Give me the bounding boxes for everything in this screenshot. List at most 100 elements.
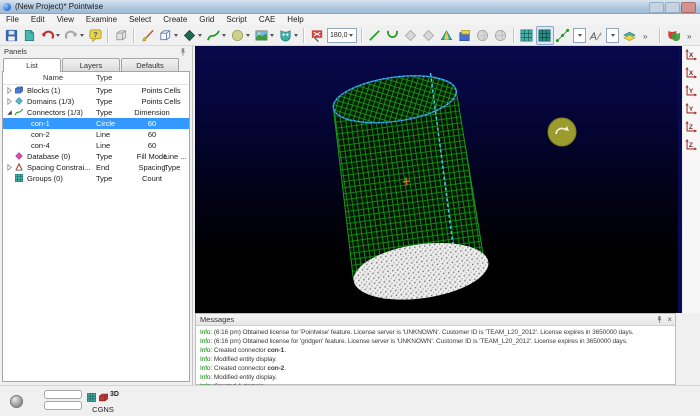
rotation-axis-button[interactable] [308, 26, 326, 45]
tree-item-type: Line [96, 129, 128, 140]
menu-grid[interactable]: Grid [193, 14, 220, 25]
tree-row-connectors-1-3[interactable]: Connectors (1/3)TypeDimension [3, 107, 189, 118]
layers-tool-button[interactable] [620, 26, 638, 45]
tree-item-name: Spacing Constrai... [27, 162, 90, 173]
expand-icon[interactable] [5, 163, 14, 172]
tool-disabled-1[interactable] [402, 26, 420, 45]
redo-button[interactable] [62, 26, 86, 45]
close-icon[interactable]: × [667, 315, 672, 325]
entity-style-button[interactable] [180, 26, 204, 45]
column-type[interactable]: Type [96, 73, 112, 82]
title-bar[interactable]: (New Project)* Pointwise [0, 0, 700, 14]
background-style-button[interactable] [252, 26, 276, 45]
shaded-view-button[interactable] [156, 26, 180, 45]
menu-edit[interactable]: Edit [25, 14, 51, 25]
tree-row-database-0[interactable]: Database (0)TypeFill ModeLine ... [3, 151, 189, 162]
chevron-down-icon[interactable] [294, 34, 298, 37]
tree-row-con-2[interactable]: con-2Line60 [3, 129, 189, 140]
expand-icon[interactable] [5, 86, 14, 95]
messages-log[interactable]: Info: (6:16 pm) Obtained license for 'Po… [196, 326, 675, 393]
tab-defaults[interactable]: Defaults [121, 58, 179, 71]
tool-disabled-4[interactable] [492, 26, 510, 45]
messages-header[interactable]: Messages × [196, 314, 675, 326]
chevron-down-icon[interactable] [270, 34, 274, 37]
column-name[interactable]: Name [43, 73, 63, 82]
tool-disabled-2[interactable] [420, 26, 438, 45]
export-button[interactable] [20, 26, 38, 45]
average-spacing-button[interactable]: A [587, 26, 605, 45]
connector-display-button[interactable] [204, 26, 228, 45]
menu-view[interactable]: View [51, 14, 80, 25]
tree-item-type: Type [96, 96, 128, 107]
chevron-down-icon[interactable] [349, 34, 353, 37]
close-button[interactable] [681, 2, 696, 13]
domains-icon [14, 96, 25, 107]
menu-cae[interactable]: CAE [253, 14, 281, 25]
chevron-down-icon[interactable] [246, 34, 250, 37]
mask-toggle-button[interactable] [276, 26, 300, 45]
undo-button[interactable] [38, 26, 62, 45]
sphere-display-button[interactable] [228, 26, 252, 45]
menu-select[interactable]: Select [123, 14, 157, 25]
list-column-headers[interactable]: Name Type [3, 72, 189, 85]
view-minus-z-button[interactable]: Z [683, 137, 700, 154]
pin-icon[interactable] [655, 315, 664, 326]
pin-icon[interactable] [178, 47, 188, 57]
save-button[interactable] [2, 26, 20, 45]
menu-examine[interactable]: Examine [80, 14, 123, 25]
status-field-2[interactable] [44, 401, 82, 410]
minimize-button[interactable] [649, 2, 664, 13]
unstructured-domain-button[interactable] [536, 26, 554, 45]
tab-layers[interactable]: Layers [62, 58, 120, 71]
chevron-down-icon[interactable] [174, 34, 178, 37]
menu-file[interactable]: File [0, 14, 25, 25]
tree-item-type: Circle [96, 118, 128, 129]
expand-icon[interactable] [5, 97, 14, 106]
view-minus-x-button[interactable]: X [683, 65, 700, 82]
spacing-combo[interactable] [606, 28, 619, 43]
diamond-green-icon [181, 27, 197, 43]
surface-tool-button[interactable] [438, 26, 456, 45]
tree-row-spacing-constrai[interactable]: Spacing Constrai...EndSpacingType [3, 162, 189, 173]
display-style-button[interactable] [138, 26, 156, 45]
cae-mask-button[interactable] [664, 26, 682, 45]
tree-row-domains-1-3[interactable]: Domains (1/3)TypePointsCells [3, 96, 189, 107]
help-button[interactable]: ? [86, 26, 104, 45]
circle-curve-button[interactable] [384, 26, 402, 45]
view-plus-y-button[interactable]: Y [683, 83, 700, 100]
chevron-down-icon[interactable] [611, 34, 615, 37]
chevron-down-icon[interactable] [80, 34, 84, 37]
display-viewport[interactable] [195, 46, 678, 313]
chevron-down-icon[interactable] [56, 34, 60, 37]
tree-row-blocks-1[interactable]: Blocks (1)TypePointsCells [3, 85, 189, 96]
menu-create[interactable]: Create [157, 14, 193, 25]
two-point-curve-button[interactable] [366, 26, 384, 45]
view-plus-z-button[interactable]: Z [683, 119, 700, 136]
tree-row-con-4[interactable]: con-4Line60 [3, 140, 189, 151]
structured-domain-button[interactable] [518, 26, 536, 45]
tree-row-groups-0[interactable]: Groups (0)TypeCount [3, 173, 189, 184]
chevron-down-icon[interactable] [222, 34, 226, 37]
toolbar-overflow-2[interactable]: » [682, 26, 700, 45]
rotation-angle-combo[interactable]: 180,0 [327, 28, 357, 43]
toolbar-overflow-1[interactable]: » [638, 26, 656, 45]
entity-list: Name Type Blocks (1)TypePointsCellsDomai… [2, 71, 190, 382]
menu-help[interactable]: Help [281, 14, 309, 25]
tree-row-con-1[interactable]: con-1Circle60 [3, 118, 189, 129]
maximize-button[interactable] [665, 2, 680, 13]
status-field-1[interactable] [44, 390, 82, 399]
menu-script[interactable]: Script [220, 14, 252, 25]
message-line: Info: Modified entity display. [200, 373, 671, 382]
chevron-down-icon[interactable] [198, 34, 202, 37]
view-mode-button[interactable] [112, 26, 130, 45]
dimension-combo[interactable] [573, 28, 586, 43]
solid-tool-button[interactable] [456, 26, 474, 45]
collapse-icon[interactable] [5, 108, 14, 117]
view-minus-y-button[interactable]: Y [683, 101, 700, 118]
cube-icon [113, 27, 129, 43]
tool-disabled-3[interactable] [474, 26, 492, 45]
tab-list[interactable]: List [3, 58, 61, 72]
view-plus-x-button[interactable]: X [683, 47, 700, 64]
connector-dimension-button[interactable] [554, 26, 572, 45]
chevron-down-icon[interactable] [578, 34, 582, 37]
